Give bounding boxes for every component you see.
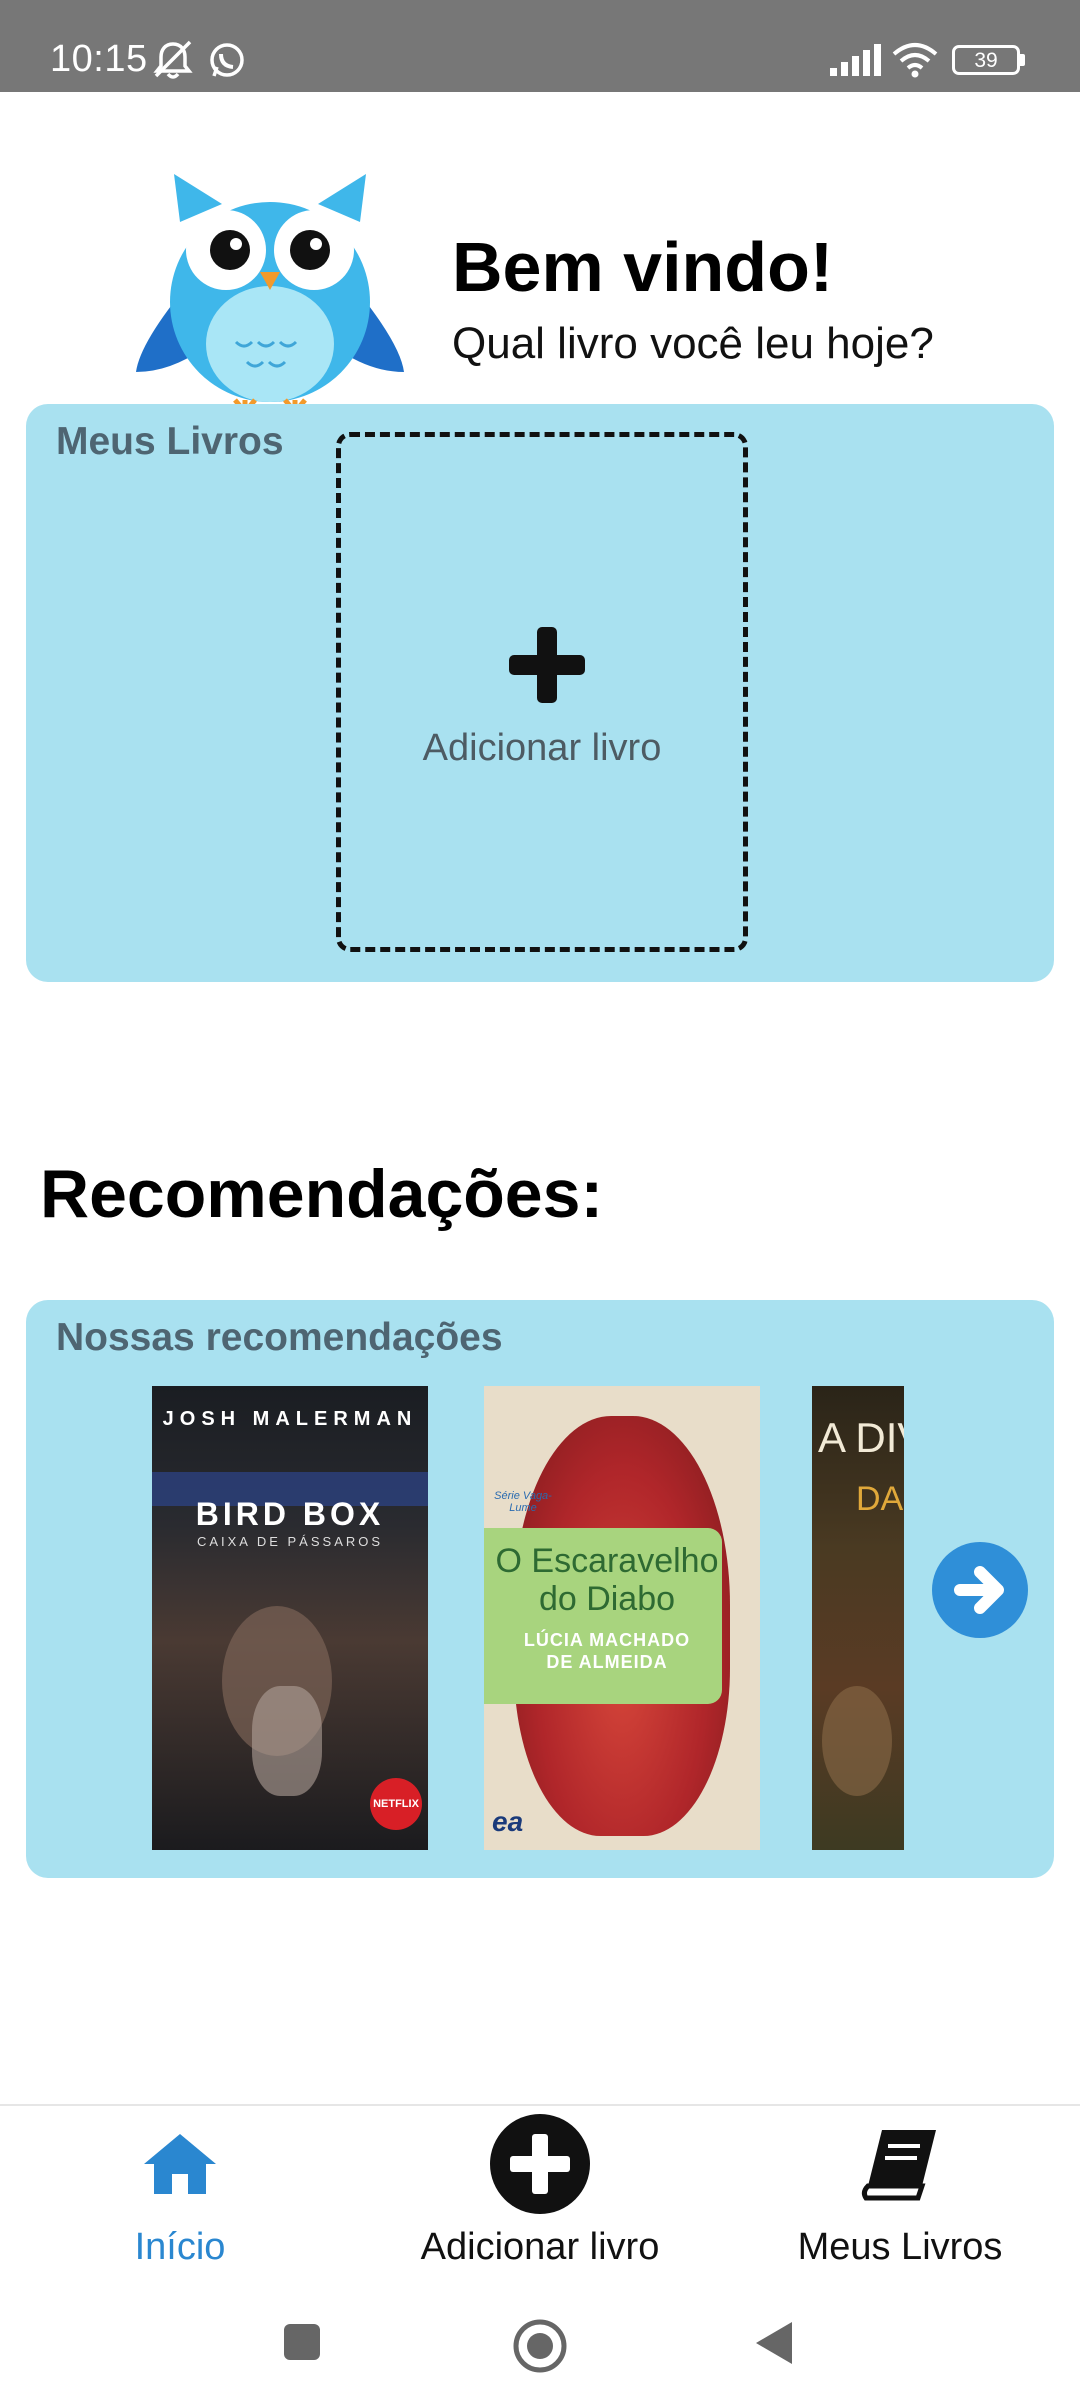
book-author: JOSH MALERMAN	[162, 1408, 418, 1430]
publisher-logo: ea	[492, 1806, 524, 1837]
battery-level: 39	[974, 49, 998, 72]
system-nav-bar	[0, 2284, 1080, 2400]
nav-item-home[interactable]: Início	[0, 2106, 360, 2286]
welcome-title: Bem vindo!	[452, 228, 834, 306]
series-badge: Série Vaga-Lume	[494, 1490, 552, 1514]
recommendations-heading: Recomendações:	[40, 1156, 604, 1232]
my-books-title: Meus Livros	[56, 420, 284, 463]
book-subtitle: CAIXA DE PÁSSAROS	[196, 1534, 384, 1549]
book-cover-escaravelho[interactable]: Série Vaga-Lume O Escaravelho do Diabo L…	[484, 1386, 760, 1850]
book-cover-divina[interactable]: A DIV DAN	[812, 1386, 904, 1850]
book-title-line2: do Diabo	[538, 1580, 676, 1618]
add-book-slot[interactable]: Adicionar livro	[336, 432, 748, 952]
owl-icon	[136, 174, 404, 412]
whatsapp-icon	[210, 43, 244, 77]
plus-circle-icon	[490, 2114, 590, 2214]
home-icon	[144, 2134, 216, 2194]
nav-label-add-book: Adicionar livro	[420, 2226, 660, 2268]
figure-shape	[822, 1686, 892, 1796]
battery-icon: 39	[952, 45, 1020, 75]
plus-icon	[509, 627, 585, 703]
nav-item-my-books[interactable]: Meus Livros	[720, 2106, 1080, 2286]
recents-icon[interactable]	[282, 2322, 322, 2362]
back-icon[interactable]	[754, 2320, 794, 2366]
mute-icon	[153, 40, 193, 79]
book-author-line2: DE ALMEIDA	[546, 1652, 668, 1672]
welcome-subtitle: Qual livro você leu hoje?	[452, 319, 934, 368]
my-books-card: Meus Livros Adicionar livro	[26, 404, 1054, 982]
netflix-badge: NETFLIX	[370, 1778, 422, 1830]
hand-shape	[252, 1686, 322, 1796]
signal-icon	[830, 44, 881, 76]
book-author-line1: LÚCIA MACHADO	[523, 1630, 691, 1650]
arrow-right-icon	[954, 1566, 1004, 1614]
recommendations-card: Nossas recomendações JOSH MALERMAN BIRD …	[26, 1300, 1054, 1878]
status-time: 10:15	[50, 38, 148, 80]
next-button[interactable]	[932, 1542, 1028, 1638]
book-title: BIRD BOX	[195, 1496, 385, 1532]
recommendations-card-title: Nossas recomendações	[56, 1316, 503, 1359]
add-book-label: Adicionar livro	[422, 727, 662, 769]
book-cover-bird-box[interactable]: JOSH MALERMAN BIRD BOX CAIXA DE PÁSSAROS…	[152, 1386, 428, 1850]
nav-item-add-book[interactable]: Adicionar livro	[360, 2106, 720, 2286]
book-title-line1: O Escaravelho	[495, 1542, 719, 1580]
battery-tip	[1020, 54, 1025, 66]
book-icon	[861, 2130, 936, 2201]
nav-label-home: Início	[134, 2226, 226, 2268]
book-author: DAN	[856, 1480, 904, 1518]
nav-label-my-books: Meus Livros	[797, 2226, 1003, 2268]
status-bar: 10:15 39	[0, 0, 1080, 92]
bottom-nav: Início Adicionar livro Meus Livros	[0, 2104, 1080, 2284]
home-circle-icon[interactable]	[512, 2318, 568, 2374]
book-title: A DIV	[818, 1414, 904, 1461]
wifi-icon	[892, 43, 938, 78]
